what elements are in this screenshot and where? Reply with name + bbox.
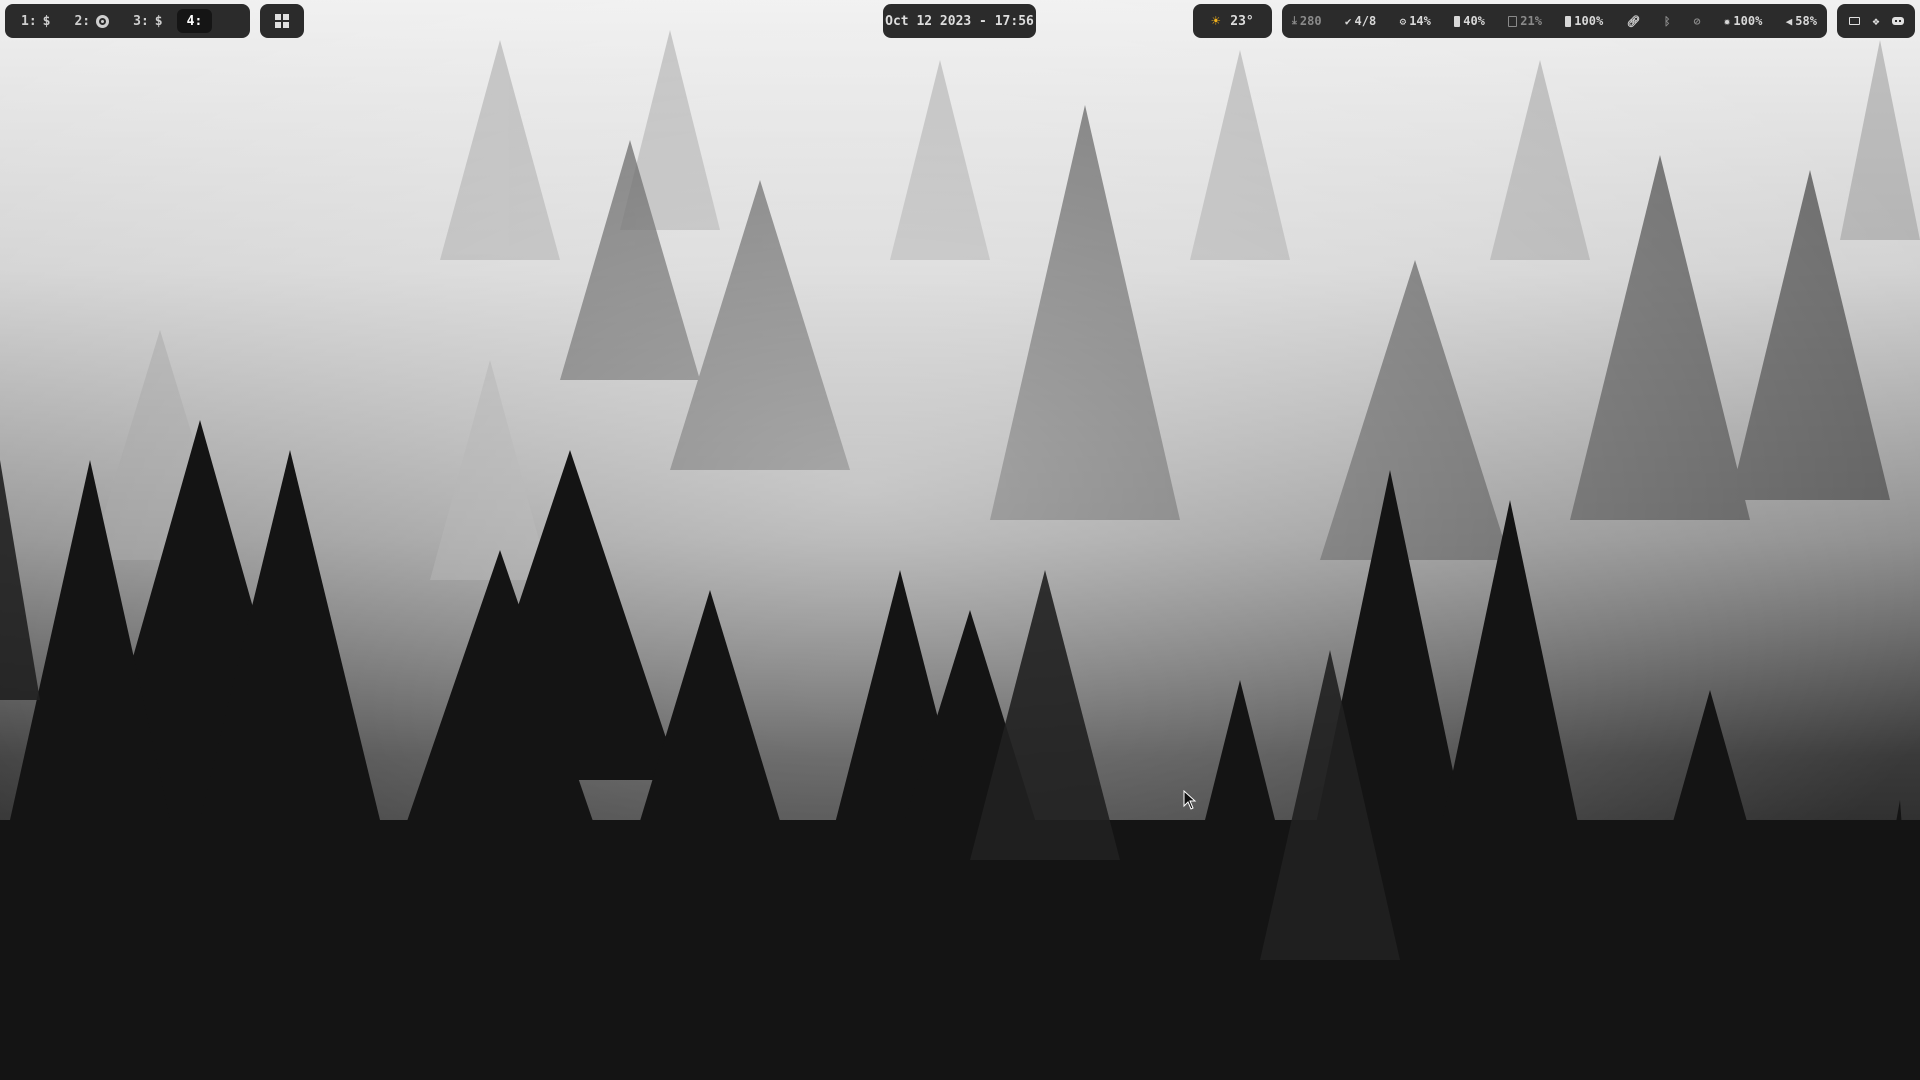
memory-usage: 40% [1463,14,1485,28]
eye-slash-icon: ⊘ [1693,14,1701,28]
gamepad-icon [1892,17,1904,25]
tray-gamepad[interactable] [1889,12,1907,30]
windows-icon [275,14,289,28]
mouse-cursor [1183,790,1197,810]
tasks-indicator[interactable]: ✔ 4/8 [1345,14,1376,28]
brightness-indicator[interactable]: ✹ 100% [1724,14,1763,28]
app-launcher-button[interactable] [260,4,304,38]
weather-temperature: 23° [1230,13,1254,29]
chrome-icon [96,14,110,28]
cpu-usage: 14% [1409,14,1431,28]
battery-indicator[interactable]: 100% [1565,14,1603,28]
clock-module[interactable]: Oct 12 2023 - 17:56 [883,4,1036,38]
bluetooth-indicator[interactable]: ᛒ [1664,15,1671,28]
workspaces-module: 1: $ 2: 3: $ 4: [5,4,250,38]
monitor-icon [1848,17,1860,25]
workspace-2[interactable]: 2: [64,9,119,33]
status-module: ⤓ 280 ✔ 4/8 ⚙ 14% 40% 21% 100% 🔗︎ ᛒ ⊘ ✹ … [1282,4,1827,38]
workspace-index: 1: [21,13,37,29]
battery-level: 100% [1574,14,1604,28]
disk-indicator[interactable]: 21% [1508,14,1542,28]
volume-level: 58% [1795,14,1817,28]
tasks-count: 4/8 [1354,14,1377,28]
tray-monitor[interactable] [1845,12,1863,30]
bluetooth-icon: ᛒ [1663,14,1671,28]
visibility-indicator[interactable]: ⊘ [1694,15,1701,28]
weather-module[interactable]: ☀ 23° [1193,4,1272,38]
workspace-4[interactable]: 4: [176,9,213,33]
check-icon: ✔ [1344,14,1352,28]
volume-indicator[interactable]: ◀ 58% [1786,14,1817,28]
workspace-index: 4: [186,13,203,29]
tray-dropbox[interactable]: ❖ [1867,12,1885,30]
terminal-glyph: $ [42,13,51,29]
brightness-icon: ✹ [1723,14,1731,28]
disk-icon [1508,15,1518,27]
download-icon: ⤓ [1292,14,1297,27]
cpu-indicator[interactable]: ⚙ 14% [1400,14,1431,28]
memory-icon [1454,15,1461,27]
memory-indicator[interactable]: 40% [1454,14,1485,28]
wallpaper-foggy-forest [0,0,1920,1080]
clock-text: Oct 12 2023 - 17:56 [885,13,1034,29]
disk-usage: 21% [1520,14,1542,28]
updates-indicator[interactable]: ⤓ 280 [1292,14,1322,28]
workspace-index: 3: [133,13,149,29]
updates-count: 280 [1299,14,1322,28]
terminal-glyph: $ [154,13,163,29]
network-indicator[interactable]: 🔗︎ [1627,15,1641,28]
cpu-icon: ⚙ [1399,14,1407,28]
link-icon: 🔗︎ [1626,14,1641,28]
sun-icon: ☀ [1211,12,1221,30]
dropbox-icon: ❖ [1872,14,1880,28]
brightness-level: 100% [1733,14,1763,28]
workspace-3[interactable]: 3: $ [123,9,172,33]
workspace-1[interactable]: 1: $ [11,9,60,33]
system-tray: ❖ [1837,4,1915,38]
desktop: 1: $ 2: 3: $ 4: Oct 12 2023 - 17:56 ☀ 23… [0,0,1920,1080]
battery-icon [1565,15,1572,27]
workspace-index: 2: [74,13,91,29]
volume-icon: ◀ [1785,14,1793,28]
